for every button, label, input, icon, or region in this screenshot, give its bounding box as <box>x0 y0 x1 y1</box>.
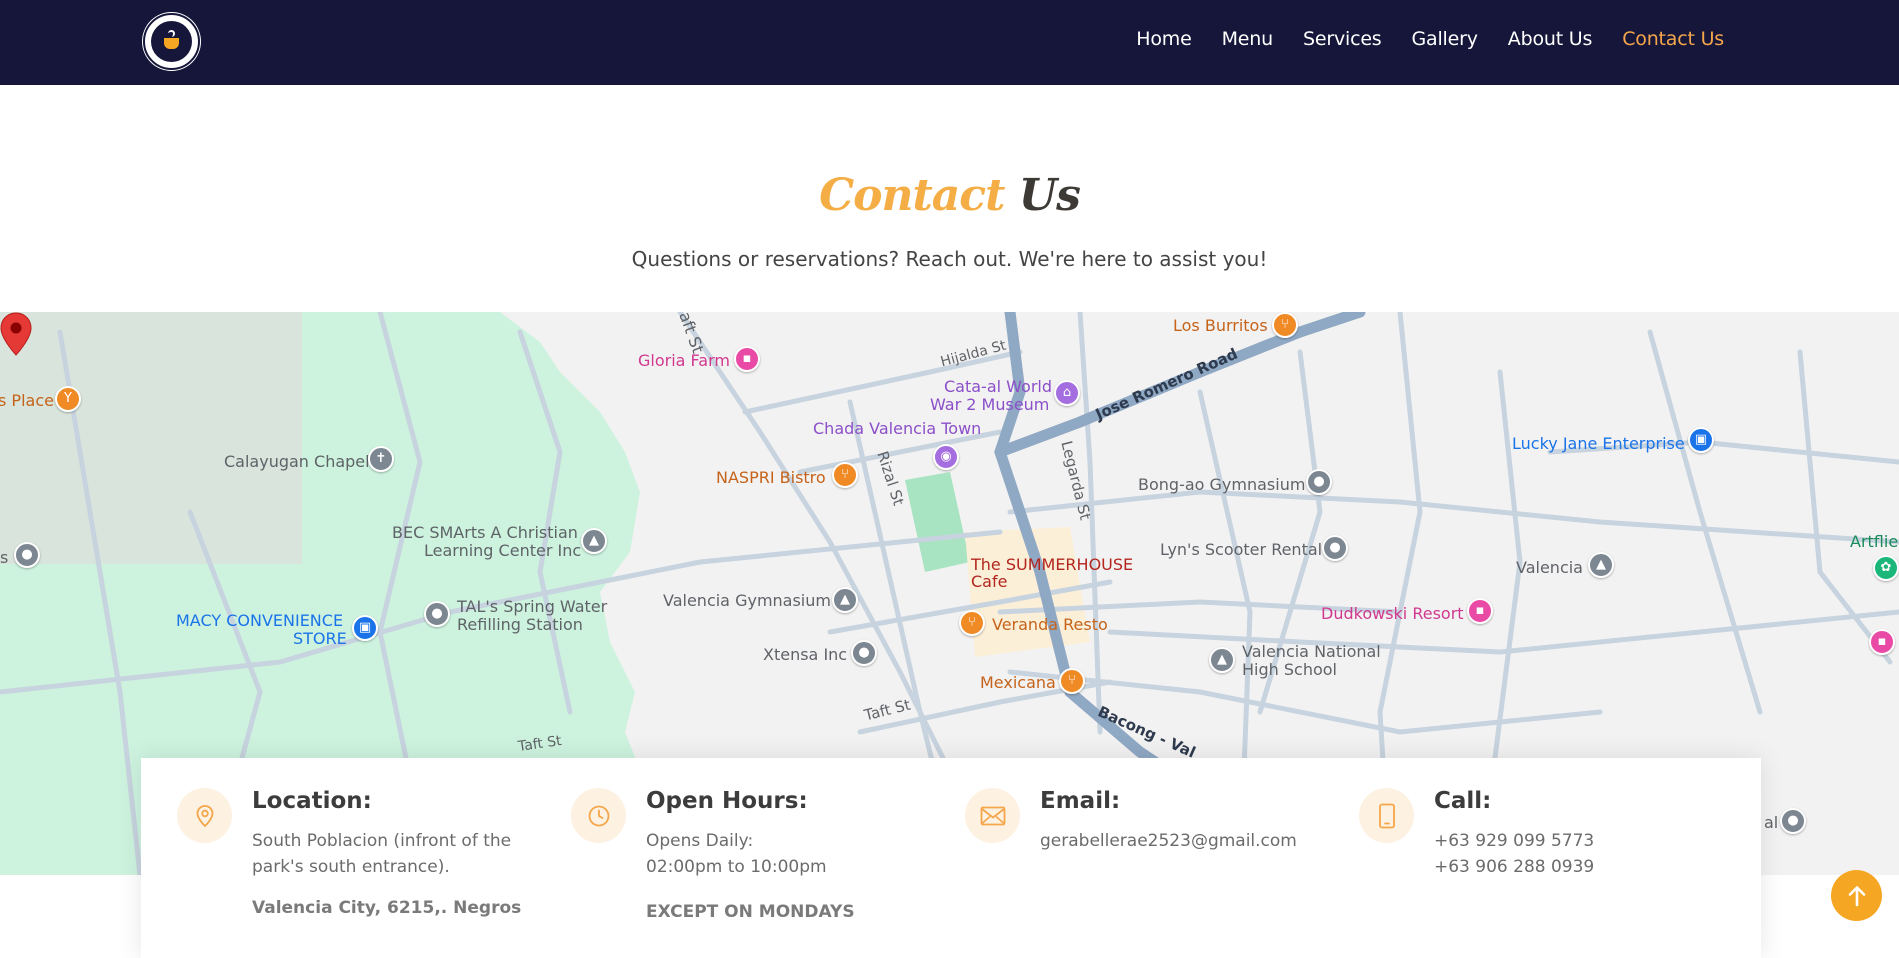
restaurant-icon[interactable]: ⑂ <box>832 462 858 488</box>
contact-info-card: Location: South Poblacion (infront of th… <box>141 758 1761 958</box>
hours-title: Open Hours: <box>646 788 808 814</box>
envelope-icon <box>965 788 1020 843</box>
map-label-gloria-farm[interactable]: Gloria Farm <box>638 352 730 369</box>
map-label-valencia[interactable]: Valencia <box>1516 559 1583 576</box>
map-label-veranda-resto[interactable]: Veranda Resto <box>992 616 1108 633</box>
church-icon[interactable]: ✝ <box>368 446 394 472</box>
logo-badge <box>151 21 192 62</box>
map-label-calayugan-chapel[interactable]: Calayugan Chapel <box>224 453 370 470</box>
section-subtitle: Questions or reservations? Reach out. We… <box>631 247 1268 271</box>
map-label-bong-ao-gymnasium[interactable]: Bong-ao Gymnasium <box>1138 476 1305 493</box>
phone-icon <box>1359 788 1414 843</box>
map-label-tals-1[interactable]: TAL's Spring Water <box>457 598 607 615</box>
map-label-lucky-jane[interactable]: Lucky Jane Enterprise <box>1512 435 1685 452</box>
hours-line1: Opens Daily: <box>646 831 754 851</box>
map-label-cata-al-1[interactable]: Cata-al World <box>944 378 1052 395</box>
bar-icon[interactable]: Y <box>55 386 81 412</box>
hours-line2: 02:00pm to 10:00pm <box>646 857 827 877</box>
nav-about-us[interactable]: About Us <box>1508 28 1593 50</box>
map-label-vnhs-2[interactable]: High School <box>1242 661 1337 678</box>
store-icon[interactable]: ▣ <box>352 615 378 641</box>
hotel-icon[interactable]: ▪ <box>1869 629 1895 655</box>
phone-number-2[interactable]: +63 906 288 0939 <box>1434 854 1734 880</box>
school-icon[interactable]: ▲ <box>1209 647 1235 673</box>
map-label-mexicana[interactable]: Mexicana <box>980 674 1056 691</box>
map-label-tals-2[interactable]: Refilling Station <box>457 616 583 633</box>
map-label-summerhouse-2[interactable]: Cafe <box>971 573 1007 590</box>
poi-icon[interactable]: ● <box>1780 808 1806 834</box>
map-label-macy-1[interactable]: MACY CONVENIENCE <box>176 612 343 629</box>
map-label-place-partial[interactable]: s Place <box>0 392 54 409</box>
nav-menu[interactable]: Menu <box>1222 28 1274 50</box>
map-label-macy-2[interactable]: STORE <box>293 630 347 647</box>
title-us: Us <box>1018 170 1081 221</box>
nav-contact-us[interactable]: Contact Us <box>1622 28 1724 50</box>
arrow-up-icon <box>1848 885 1865 906</box>
map-label-los-burritos[interactable]: Los Burritos <box>1173 317 1268 334</box>
nav-services[interactable]: Services <box>1303 28 1382 50</box>
map-label-al-partial[interactable]: al <box>1764 814 1778 831</box>
restaurant-icon[interactable]: ⑂ <box>959 610 985 636</box>
map-label-cata-al-2[interactable]: War 2 Museum <box>930 396 1049 413</box>
map-label-dudkowski-resort[interactable]: Dudkowski Resort <box>1321 605 1464 622</box>
gym-icon[interactable]: ● <box>1306 469 1332 495</box>
map-label-bec-1[interactable]: BEC SMArts A Christian <box>392 524 578 541</box>
nav-gallery[interactable]: Gallery <box>1412 28 1478 50</box>
map-label-s-partial: s <box>0 548 9 567</box>
poi-icon[interactable]: ● <box>14 542 40 568</box>
map-label-lyns-scooter[interactable]: Lyn's Scooter Rental <box>1160 541 1322 558</box>
location-title: Location: <box>252 788 372 814</box>
school-icon[interactable]: ▲ <box>832 587 858 613</box>
school-icon[interactable]: ▲ <box>1588 552 1614 578</box>
map-label-chada-valencia-town[interactable]: Chada Valencia Town <box>813 420 981 437</box>
shopping-bag-icon[interactable]: ▣ <box>1688 427 1714 453</box>
call-title: Call: <box>1434 788 1492 814</box>
map-label-summerhouse-1[interactable]: The SUMMERHOUSE <box>971 556 1133 573</box>
main-nav: Home Menu Services Gallery About Us Cont… <box>1106 28 1724 50</box>
nav-home[interactable]: Home <box>1136 28 1192 50</box>
school-icon[interactable]: ▲ <box>581 528 607 554</box>
museum-icon[interactable]: ⌂ <box>1054 380 1080 406</box>
email-address[interactable]: gerabellerae2523@gmail.com <box>1040 828 1340 854</box>
hotel-icon[interactable]: ▪ <box>734 346 760 372</box>
location-text: South Poblacion (infront of the park's s… <box>252 831 512 877</box>
map-label-xtensa-inc[interactable]: Xtensa Inc <box>763 646 847 663</box>
map-label-bec-2[interactable]: Learning Center Inc <box>424 542 581 559</box>
hours-exception: EXCEPT ON MONDAYS <box>646 902 855 922</box>
cafe-logo[interactable] <box>143 13 200 70</box>
clock-icon <box>571 788 626 843</box>
map-label-valencia-gymnasium[interactable]: Valencia Gymnasium <box>663 592 831 609</box>
hotel-icon[interactable]: ▪ <box>1467 598 1493 624</box>
phone-number-1[interactable]: +63 929 099 5773 <box>1434 828 1734 854</box>
poi-icon[interactable]: ● <box>851 640 877 666</box>
site-header: Home Menu Services Gallery About Us Cont… <box>0 0 1899 85</box>
scooter-icon[interactable]: ● <box>1322 535 1348 561</box>
flower-icon[interactable]: ✿ <box>1873 555 1899 581</box>
section-title: Contact Us <box>0 170 1899 221</box>
location-city: Valencia City, 6215,. Negros <box>252 898 522 918</box>
back-to-top-button[interactable] <box>1831 870 1882 921</box>
water-icon[interactable]: ● <box>424 601 450 627</box>
camera-icon[interactable]: ◉ <box>933 444 959 470</box>
restaurant-icon[interactable]: ⑂ <box>1272 312 1298 338</box>
location-marker-icon[interactable] <box>0 312 32 356</box>
map-pin-icon <box>177 788 232 843</box>
restaurant-icon[interactable]: ⑂ <box>1059 668 1085 694</box>
email-title: Email: <box>1040 788 1121 814</box>
title-contact: Contact <box>819 170 1005 221</box>
logo-cup-icon <box>164 38 179 49</box>
logo-steam-icon <box>168 30 175 37</box>
map-label-vnhs-1[interactable]: Valencia National <box>1242 643 1381 660</box>
map-label-artflie[interactable]: Artflie <box>1850 533 1898 550</box>
map-label-naspri-bistro[interactable]: NASPRI Bistro <box>716 469 826 486</box>
